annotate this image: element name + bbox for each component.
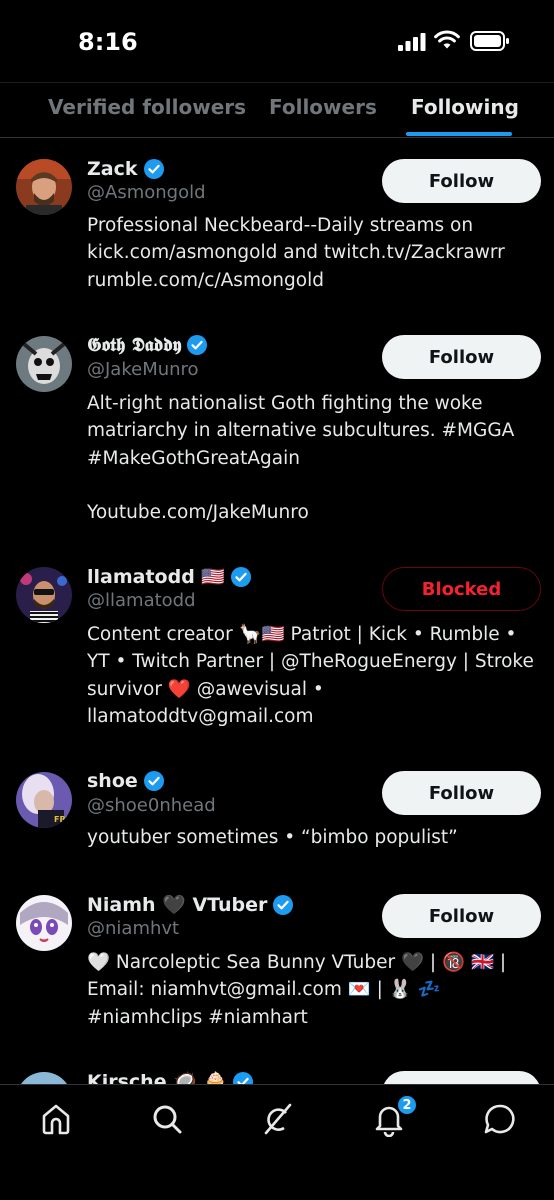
search-icon[interactable] xyxy=(149,1101,185,1137)
blocked-button[interactable]: Blocked xyxy=(382,567,541,611)
tab-followers[interactable]: Followers xyxy=(269,95,377,119)
user-handle: @shoe0nhead xyxy=(87,795,216,816)
bottom-nav xyxy=(0,1084,554,1200)
user-name: llamatodd 🇺🇸 xyxy=(87,565,252,588)
follow-tabs: Verified followers Followers Following xyxy=(0,82,554,138)
user-bio: Content creator 🦙🇺🇸 Patriot | Kick • Rum… xyxy=(87,624,534,727)
active-tab-indicator xyxy=(406,132,512,136)
verified-badge-icon xyxy=(143,159,164,179)
user-bio: 🤍 Narcoleptic Sea Bunny VTuber 🖤 | 🔞 🇬🇧 … xyxy=(87,952,507,1028)
home-icon[interactable] xyxy=(38,1101,74,1137)
user-name: 𝕲𝖔𝖙𝖍 𝕯𝖆𝖉𝖉𝖞 xyxy=(87,334,208,356)
user-handle: @Asmongold xyxy=(87,182,206,203)
avatar[interactable] xyxy=(16,567,72,623)
user-handle: @llamatodd xyxy=(87,590,196,611)
user-name: Zack xyxy=(87,158,164,180)
tab-verified-followers[interactable]: Verified followers xyxy=(48,95,246,119)
wifi-icon xyxy=(434,30,460,54)
user-name: Niamh 🖤 VTuber xyxy=(87,893,294,916)
grok-icon[interactable] xyxy=(260,1101,296,1137)
verified-badge-icon xyxy=(233,1071,254,1084)
follow-button[interactable]: Follow xyxy=(382,335,541,379)
verified-badge-icon xyxy=(231,566,252,587)
user-handle: @niamhvt xyxy=(87,918,180,939)
following-list: Zack @Asmongold Follow Professional Neck… xyxy=(0,138,554,1084)
user-bio: Professional Neckbeard--Daily streams on… xyxy=(87,215,505,291)
messages-icon[interactable] xyxy=(482,1101,518,1137)
user-bio: Alt-right nationalist Goth fighting the … xyxy=(87,393,515,524)
battery-icon xyxy=(470,31,510,55)
avatar[interactable]: FBI xyxy=(16,772,72,828)
svg-text:FBI: FBI xyxy=(54,815,69,824)
avatar[interactable] xyxy=(16,159,72,215)
follow-button[interactable]: Follow xyxy=(382,894,541,938)
follow-button[interactable]: Follow xyxy=(382,159,541,203)
verified-badge-icon xyxy=(187,335,208,355)
user-name: Kirsche 🥥 🧁 xyxy=(87,1070,254,1084)
avatar[interactable] xyxy=(16,1072,72,1084)
cellular-signal-icon xyxy=(398,33,426,55)
notification-count-badge: 2 xyxy=(396,1094,418,1116)
verified-badge-icon xyxy=(273,894,294,915)
status-time: 8:16 xyxy=(78,28,138,56)
user-name: shoe xyxy=(87,770,164,792)
tab-following[interactable]: Following xyxy=(411,95,519,119)
status-bar: 8:16 xyxy=(0,0,554,82)
avatar[interactable] xyxy=(16,336,72,392)
follow-button[interactable]: Follow xyxy=(382,771,541,815)
user-bio: youtuber sometimes • “bimbo populist” xyxy=(87,827,458,848)
avatar[interactable] xyxy=(16,895,72,951)
follow-button[interactable] xyxy=(382,1071,541,1084)
user-handle: @JakeMunro xyxy=(87,359,199,380)
verified-badge-icon xyxy=(143,771,164,791)
